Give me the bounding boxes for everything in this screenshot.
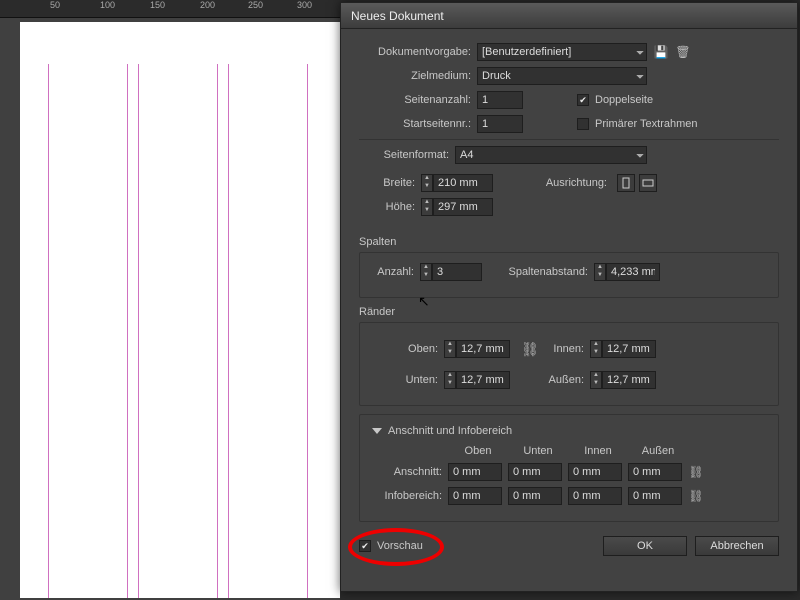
col-gutter-input[interactable]	[606, 263, 660, 281]
dialog-titlebar[interactable]: Neues Dokument	[341, 3, 797, 29]
preview-label: Vorschau	[377, 540, 423, 552]
facing-pages-label: Doppelseite	[595, 94, 653, 106]
ok-button[interactable]: OK	[603, 536, 687, 556]
column-guide	[138, 64, 218, 598]
margin-inside-label: Innen:	[538, 343, 590, 355]
margin-top-stepper[interactable]: ▲▼	[444, 340, 510, 358]
disclosure-triangle-icon[interactable]	[372, 428, 382, 434]
col-gutter-label: Spaltenabstand:	[482, 266, 594, 278]
slug-label: Infobereich:	[372, 490, 448, 502]
slug-inside-input[interactable]	[568, 487, 622, 505]
link-bleed-icon[interactable]: ⛓	[688, 464, 704, 480]
save-preset-icon[interactable]: 💾	[653, 44, 669, 60]
bleed-label: Anschnitt:	[372, 466, 448, 478]
column-guide	[48, 64, 128, 598]
ruler-tick: 300	[297, 0, 312, 10]
bleed-bottom-input[interactable]	[508, 463, 562, 481]
bleed-header-top: Oben	[448, 445, 508, 457]
startpage-label: Startseitennr.:	[359, 118, 477, 130]
margin-bottom-input[interactable]	[456, 371, 510, 389]
cancel-button[interactable]: Abbrechen	[695, 536, 779, 556]
preset-select[interactable]: [Benutzerdefiniert]	[477, 43, 647, 61]
slug-top-input[interactable]	[448, 487, 502, 505]
width-label: Breite:	[359, 177, 421, 189]
primary-textframe-checkbox[interactable]	[577, 118, 589, 130]
margin-outside-label: Außen:	[538, 374, 590, 386]
column-guide	[228, 64, 308, 598]
orientation-label: Ausrichtung:	[493, 177, 613, 189]
margin-top-input[interactable]	[456, 340, 510, 358]
ruler-tick: 50	[50, 0, 60, 10]
ruler-tick: 200	[200, 0, 215, 10]
margin-bottom-stepper[interactable]: ▲▼	[444, 371, 510, 389]
margins-section-label: Ränder	[359, 306, 779, 318]
height-label: Höhe:	[359, 201, 421, 213]
page-preview	[20, 22, 340, 598]
document-canvas: 50 100 150 200 250 300	[0, 0, 340, 600]
bleed-inside-input[interactable]	[568, 463, 622, 481]
ruler-tick: 100	[100, 0, 115, 10]
col-count-input[interactable]	[432, 263, 482, 281]
col-gutter-stepper[interactable]: ▲▼	[594, 263, 660, 281]
margin-outside-input[interactable]	[602, 371, 656, 389]
primary-textframe-label: Primärer Textrahmen	[595, 118, 698, 130]
slug-bottom-input[interactable]	[508, 487, 562, 505]
col-count-stepper[interactable]: ▲▼	[420, 263, 482, 281]
bleed-header-inside: Innen	[568, 445, 628, 457]
preview-checkbox[interactable]: ✔	[359, 540, 371, 552]
horizontal-ruler: 50 100 150 200 250 300	[0, 0, 340, 18]
link-margins-icon[interactable]: ⛓	[522, 333, 538, 365]
columns-section-label: Spalten	[359, 236, 779, 248]
height-input[interactable]	[433, 198, 493, 216]
preset-label: Dokumentvorgabe:	[359, 46, 477, 58]
pagesize-label: Seitenformat:	[359, 149, 455, 161]
intent-label: Zielmedium:	[359, 70, 477, 82]
new-document-dialog: Neues Dokument Dokumentvorgabe: [Benutze…	[340, 2, 798, 592]
ruler-tick: 150	[150, 0, 165, 10]
col-count-label: Anzahl:	[372, 266, 420, 278]
startpage-input[interactable]	[477, 115, 523, 133]
dialog-title: Neues Dokument	[351, 9, 444, 23]
pages-label: Seitenanzahl:	[359, 94, 477, 106]
slug-outside-input[interactable]	[628, 487, 682, 505]
margin-outside-stepper[interactable]: ▲▼	[590, 371, 656, 389]
ruler-tick: 250	[248, 0, 263, 10]
pagesize-select[interactable]: A4	[455, 146, 647, 164]
margin-inside-stepper[interactable]: ▲▼	[590, 340, 656, 358]
facing-pages-checkbox[interactable]: ✔	[577, 94, 589, 106]
bleed-header-outside: Außen	[628, 445, 688, 457]
margin-bottom-label: Unten:	[372, 374, 444, 386]
height-stepper[interactable]: ▲▼	[421, 198, 493, 216]
bleed-top-input[interactable]	[448, 463, 502, 481]
bleed-outside-input[interactable]	[628, 463, 682, 481]
margin-top-label: Oben:	[372, 343, 444, 355]
width-stepper[interactable]: ▲▼	[421, 174, 493, 192]
bleed-header-bottom: Unten	[508, 445, 568, 457]
bleed-section-label: Anschnitt und Infobereich	[388, 425, 512, 437]
margin-inside-input[interactable]	[602, 340, 656, 358]
orientation-landscape-button[interactable]	[639, 174, 657, 192]
delete-preset-icon[interactable]: 🗑	[675, 44, 691, 60]
intent-select[interactable]: Druck	[477, 67, 647, 85]
width-input[interactable]	[433, 174, 493, 192]
pages-input[interactable]	[477, 91, 523, 109]
orientation-portrait-button[interactable]	[617, 174, 635, 192]
link-slug-icon[interactable]: ⛓	[688, 488, 704, 504]
